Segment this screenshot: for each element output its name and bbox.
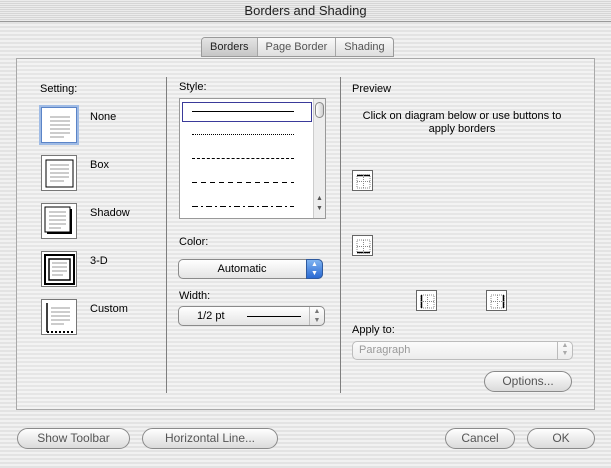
ok-button[interactable]: OK (527, 428, 595, 449)
top-border-icon (356, 174, 371, 189)
column-divider-right (340, 77, 341, 393)
scroll-up-icon[interactable]: ▲ (316, 195, 323, 202)
setting-label: Setting: (40, 83, 78, 95)
style-selection (182, 102, 312, 122)
width-popup[interactable]: 1/2 pt ▲ ▼ (178, 306, 325, 326)
3d-setting-icon (44, 254, 75, 285)
popup-arrows-icon: ▲ ▼ (309, 307, 324, 325)
style-solid[interactable] (192, 111, 294, 112)
setting-shadow-label: Shadow (90, 207, 130, 219)
apply-to-label: Apply to: (352, 324, 395, 336)
left-border-button[interactable] (416, 290, 437, 311)
tab-borders[interactable]: Borders (202, 38, 258, 56)
tab-bar: Borders Page Border Shading (201, 37, 394, 57)
width-label: Width: (179, 290, 211, 302)
setting-shadow[interactable] (41, 203, 77, 239)
show-toolbar-button[interactable]: Show Toolbar (17, 428, 130, 449)
apply-to-popup[interactable]: Paragraph ▲ ▼ (352, 341, 573, 360)
bottom-border-icon (356, 239, 371, 254)
style-list[interactable]: ▲ ▼ (179, 98, 326, 219)
setting-3d[interactable] (41, 251, 77, 287)
tab-shading[interactable]: Shading (336, 38, 392, 56)
window-title: Borders and Shading (0, 0, 611, 22)
color-value: Automatic (217, 263, 267, 275)
setting-3d-label: 3-D (90, 255, 108, 267)
style-long-dashed[interactable] (192, 182, 294, 183)
options-button[interactable]: Options... (484, 371, 572, 392)
right-border-icon (490, 294, 505, 309)
box-setting-icon (45, 159, 74, 188)
preview-label: Preview (352, 83, 392, 95)
custom-setting-icon (46, 303, 73, 333)
popup-arrows-icon: ▲ ▼ (557, 342, 572, 359)
left-border-icon (420, 294, 435, 309)
shadow-setting-icon (44, 206, 72, 234)
tab-page-border[interactable]: Page Border (258, 38, 337, 56)
width-value: 1/2 pt (197, 310, 225, 322)
bottom-border-button[interactable] (352, 235, 373, 256)
style-dashed[interactable] (192, 158, 294, 159)
column-divider-left (166, 77, 167, 393)
apply-to-value: Paragraph (359, 344, 411, 356)
right-border-button[interactable] (486, 290, 507, 311)
borders-panel: Setting: None Box Shadow 3-D Custom Styl… (16, 58, 595, 410)
setting-box[interactable] (41, 155, 77, 191)
setting-none-label: None (90, 111, 117, 123)
none-setting-icon (50, 116, 70, 138)
cancel-button[interactable]: Cancel (445, 428, 515, 449)
style-scrollbar[interactable]: ▲ ▼ (313, 99, 325, 218)
style-dash-dot[interactable] (192, 206, 294, 207)
style-label: Style: (179, 81, 207, 93)
top-border-button[interactable] (352, 170, 373, 191)
style-dotted[interactable] (192, 134, 294, 135)
setting-none[interactable] (41, 107, 77, 143)
horizontal-line-button[interactable]: Horizontal Line... (142, 428, 278, 449)
color-label: Color: (179, 236, 209, 248)
preview-instructions: Click on diagram below or use buttons to… (362, 110, 562, 135)
scroll-thumb[interactable] (315, 102, 324, 118)
setting-box-label: Box (90, 159, 109, 171)
width-line-sample (247, 316, 301, 317)
scroll-down-icon[interactable]: ▼ (316, 205, 323, 212)
popup-arrows-icon: ▲ ▼ (306, 259, 323, 279)
setting-custom-label: Custom (90, 303, 128, 315)
setting-custom[interactable] (41, 299, 77, 335)
color-popup[interactable]: Automatic ▲ ▼ (178, 259, 323, 279)
